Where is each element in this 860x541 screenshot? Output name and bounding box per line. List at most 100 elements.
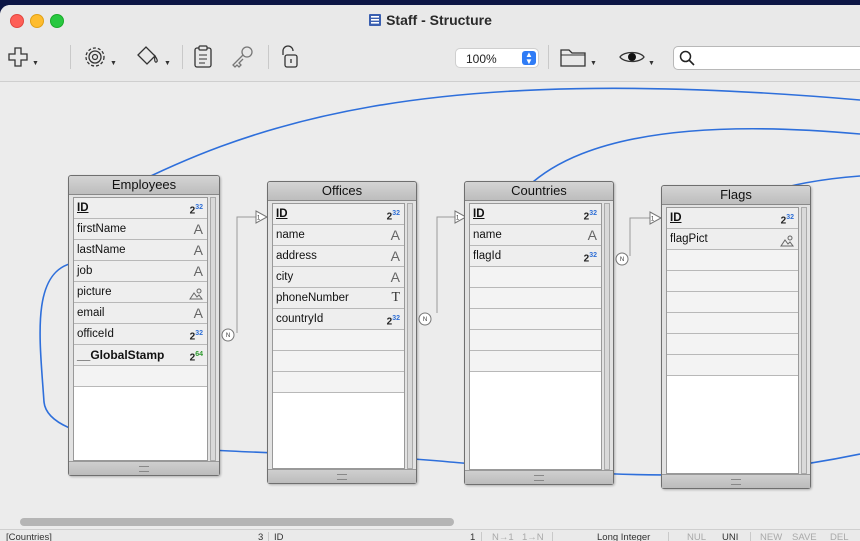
field-row[interactable]: name A (470, 225, 601, 246)
new-attribute-indicator: NEW (760, 532, 783, 541)
lock-button[interactable] (278, 43, 302, 71)
search-field[interactable] (673, 46, 860, 70)
field-row[interactable]: flagPict (667, 229, 798, 250)
gear-icon (85, 47, 105, 67)
field-row[interactable]: __GlobalStamp 264 (74, 345, 207, 366)
field-row[interactable]: phoneNumber T (273, 288, 404, 309)
field-row[interactable]: ID 232 (667, 208, 798, 229)
empty-field-row[interactable] (273, 330, 404, 351)
field-name: city (276, 271, 294, 283)
search-input[interactable] (698, 50, 860, 68)
alpha-type-icon: A (587, 227, 597, 243)
status-field-count: 3 (258, 532, 264, 541)
field-row[interactable]: ID 232 (74, 198, 207, 219)
picture-icon (780, 235, 794, 247)
chevron-down-icon: ▼ (648, 59, 655, 67)
empty-field-row[interactable] (667, 292, 798, 313)
empty-field-row[interactable] (470, 351, 601, 372)
field-row[interactable]: officeId 232 (74, 324, 207, 345)
empty-field-row[interactable] (74, 366, 207, 387)
empty-field-row[interactable] (470, 288, 601, 309)
table-resize-footer[interactable] (69, 461, 219, 475)
table-resize-footer[interactable] (662, 474, 810, 488)
field-row[interactable]: lastName A (74, 240, 207, 261)
type-exponent: 32 (786, 214, 794, 221)
table-offices[interactable]: Offices ID 232 name Aaddress Acity AphoneNumbe… (267, 181, 417, 484)
table-title[interactable]: Flags (662, 186, 810, 205)
empty-field-row[interactable] (273, 372, 404, 393)
field-row[interactable]: firstName A (74, 219, 207, 240)
table-vertical-scrollbar[interactable] (801, 207, 807, 474)
field-row[interactable]: countryId 232 (273, 309, 404, 330)
empty-field-row[interactable] (667, 271, 798, 292)
folder-menu-button[interactable]: ▼ (558, 43, 597, 71)
field-row[interactable]: city A (273, 267, 404, 288)
field-name: __GlobalStamp (77, 348, 165, 362)
field-name: countryId (276, 313, 324, 325)
table-title[interactable]: Countries (465, 182, 613, 201)
grip-handle-icon (731, 479, 741, 485)
relation-n1-indicator: N→1 (492, 532, 514, 541)
zoom-select[interactable]: 100% ▲ ▼ (455, 48, 539, 68)
table-countries[interactable]: Countries ID 232 name AflagId 232 (464, 181, 614, 485)
field-row[interactable]: ID 232 (470, 204, 601, 225)
picture-type-icon (189, 285, 203, 305)
save-attribute-indicator: SAVE (792, 532, 817, 541)
alpha-type-icon: A (193, 305, 203, 321)
empty-field-row[interactable] (470, 330, 601, 351)
field-name: officeId (77, 328, 114, 340)
empty-field-row[interactable] (667, 334, 798, 355)
clipboard-icon (194, 45, 212, 68)
integer-type-icon: 232 (584, 204, 597, 227)
structure-canvas[interactable]: 1 1 1 N N N Employees ID 232 firstName Alast… (0, 82, 860, 518)
field-list: ID 232 name Aaddress Acity AphoneNumber Tcount… (272, 203, 405, 469)
status-field-name: ID (274, 532, 284, 541)
table-vertical-scrollbar[interactable] (604, 203, 610, 470)
horizontal-scrollbar-thumb[interactable] (20, 518, 454, 526)
table-vertical-scrollbar[interactable] (407, 203, 413, 469)
empty-field-row[interactable] (273, 351, 404, 372)
relation-many-label: N (423, 317, 427, 323)
table-flags[interactable]: Flags ID 232 flagPict (661, 185, 811, 489)
toolbar-separator (182, 45, 183, 69)
table-resize-footer[interactable] (465, 470, 613, 484)
status-divider (668, 532, 669, 541)
empty-field-row[interactable] (667, 313, 798, 334)
table-title[interactable]: Offices (268, 182, 416, 201)
grip-handle-icon (139, 466, 149, 472)
field-name: picture (77, 286, 112, 298)
field-row[interactable]: picture (74, 282, 207, 303)
empty-field-row[interactable] (470, 267, 601, 288)
delete-attribute-indicator: DEL (830, 532, 849, 541)
permissions-button[interactable] (228, 43, 256, 71)
field-name: name (276, 229, 305, 241)
alpha-type-icon: A (193, 242, 203, 258)
status-divider (750, 532, 751, 541)
table-title[interactable]: Employees (69, 176, 219, 195)
table-employees[interactable]: Employees ID 232 firstName AlastName Ajob A pic… (68, 175, 220, 476)
integer-type-icon: 232 (387, 204, 400, 227)
type-exponent: 32 (392, 210, 400, 217)
folder-icon (560, 49, 586, 67)
color-fill-menu-button[interactable]: ▼ (134, 43, 171, 71)
field-list: ID 232 firstName AlastName Ajob A picture email… (73, 197, 208, 461)
settings-menu-button[interactable]: ▼ (82, 43, 117, 71)
field-row[interactable]: name A (273, 225, 404, 246)
field-name: ID (77, 202, 89, 214)
add-menu-button[interactable]: ▼ (6, 43, 39, 71)
field-row[interactable]: address A (273, 246, 404, 267)
field-row[interactable]: job A (74, 261, 207, 282)
view-menu-button[interactable]: ▼ (618, 43, 655, 71)
inspector-button[interactable] (192, 43, 214, 71)
empty-field-row[interactable] (667, 250, 798, 271)
table-vertical-scrollbar[interactable] (210, 197, 216, 461)
table-resize-footer[interactable] (268, 469, 416, 483)
integer-type-icon: 232 (387, 309, 400, 332)
field-row[interactable]: ID 232 (273, 204, 404, 225)
toolbar: ▼ ▼ ▼ 100% ▲ ▼ ▼ ▼ (0, 35, 860, 82)
field-name: name (473, 229, 502, 241)
field-row[interactable]: flagId 232 (470, 246, 601, 267)
field-row[interactable]: email A (74, 303, 207, 324)
empty-field-row[interactable] (470, 309, 601, 330)
empty-field-row[interactable] (667, 355, 798, 376)
